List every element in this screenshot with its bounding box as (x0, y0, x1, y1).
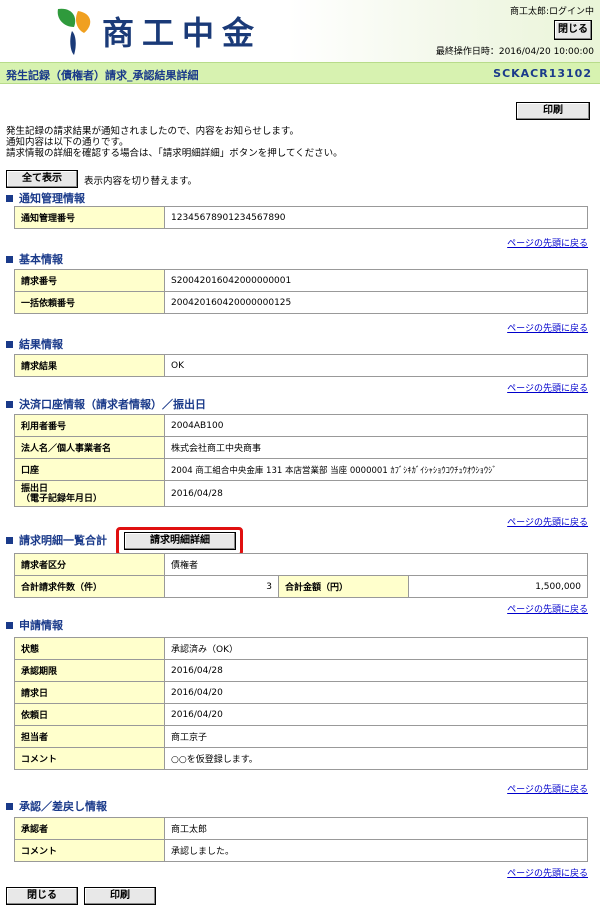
table-row: 状態 承認済み（OK） (14, 637, 588, 660)
request-detail-button[interactable]: 請求明細詳細 (124, 532, 236, 550)
table-row: コメント 承認しました。 (14, 839, 588, 862)
notice-table: 通知管理番号 12345678901234567890 (14, 206, 588, 229)
show-all-description: 表示内容を切り替えます。 (84, 176, 198, 187)
screen-code: SCKACR13102 (493, 67, 592, 80)
section-marker-icon (6, 255, 13, 263)
close-button[interactable]: 閉じる (554, 20, 592, 40)
section-settlement-heading: 決済口座情報（請求者情報）／振出日 (6, 396, 206, 412)
table-row: 承認期限 2016/04/28 (14, 659, 588, 682)
basic-table: 請求番号 S20042016042000000001 一括依頼番号 200420… (14, 269, 588, 314)
table-row: 振出日 （電子記録年月日） 2016/04/28 (14, 480, 588, 507)
table-row: 承認者 商工太郎 (14, 817, 588, 840)
brand-logo: 商工中金 (50, 4, 280, 58)
close-button-bottom[interactable]: 閉じる (6, 887, 78, 905)
back-to-top-link[interactable]: ページの先頭に戻る (507, 381, 588, 394)
notice-message: 発生記録の請求結果が通知されましたので、内容をお知らせします。 通知内容は以下の… (6, 126, 343, 159)
logo-text: 商工中金 (102, 14, 263, 52)
section-notice-heading: 通知管理情報 (6, 190, 85, 206)
section-marker-icon (6, 340, 13, 348)
table-row: 合計請求件数（件） 3 合計金額（円） 1,500,000 (14, 575, 588, 598)
table-row: 利用者番号 2004AB100 (14, 414, 588, 437)
settlement-table: 利用者番号 2004AB100 法人名／個人事業者名 株式会社商工中央商事 口座… (14, 414, 588, 507)
table-row: 請求番号 S20042016042000000001 (14, 269, 588, 292)
section-summary-heading: 請求明細一覧合計 (6, 532, 107, 548)
section-application-heading: 申請情報 (6, 617, 63, 633)
back-to-top-link[interactable]: ページの先頭に戻る (507, 515, 588, 528)
print-button[interactable]: 印刷 (516, 102, 590, 120)
back-to-top-link[interactable]: ページの先頭に戻る (507, 866, 588, 879)
back-to-top-link[interactable]: ページの先頭に戻る (507, 602, 588, 615)
header: 商工中金 商工太郎:ログイン中 閉じる 最終操作日時：2016/04/20 10… (0, 0, 600, 62)
back-to-top-link[interactable]: ページの先頭に戻る (507, 321, 588, 334)
show-all-button[interactable]: 全て表示 (6, 170, 78, 188)
table-row: 請求者区分 債権者 (14, 553, 588, 576)
print-button-bottom[interactable]: 印刷 (84, 887, 156, 905)
table-row: 法人名／個人事業者名 株式会社商工中央商事 (14, 436, 588, 459)
section-marker-icon (6, 194, 13, 202)
result-table: 請求結果 OK (14, 354, 588, 377)
section-marker-icon (6, 802, 13, 810)
section-marker-icon (6, 621, 13, 629)
approval-table: 承認者 商工太郎 コメント 承認しました。 (14, 817, 588, 862)
section-approval-heading: 承認／差戻し情報 (6, 798, 107, 814)
section-marker-icon (6, 536, 13, 544)
leaf-logo-icon (57, 8, 91, 55)
table-row: 依頼日 2016/04/20 (14, 703, 588, 726)
table-row: 通知管理番号 12345678901234567890 (14, 206, 588, 229)
table-row: 担当者 商工京子 (14, 725, 588, 748)
table-row: 一括依頼番号 200420160420000000125 (14, 291, 588, 314)
application-table: 状態 承認済み（OK） 承認期限 2016/04/28 請求日 2016/04/… (14, 637, 588, 770)
page-title: 発生記録（債権者）請求_承認結果詳細 (6, 69, 199, 82)
login-status: 商工太郎:ログイン中 (509, 7, 594, 17)
table-row: コメント ○○を仮登録します。 (14, 747, 588, 770)
table-row: 請求結果 OK (14, 354, 588, 377)
section-basic-heading: 基本情報 (6, 251, 63, 267)
back-to-top-link[interactable]: ページの先頭に戻る (507, 782, 588, 795)
section-result-heading: 結果情報 (6, 336, 63, 352)
screen-title-bar: 発生記録（債権者）請求_承認結果詳細 SCKACR13102 (0, 62, 600, 84)
table-row: 口座 2004 商工組合中央金庫 131 本店営業部 当座 0000001 ｶﾌ… (14, 458, 588, 481)
back-to-top-link[interactable]: ページの先頭に戻る (507, 236, 588, 249)
summary-table: 請求者区分 債権者 合計請求件数（件） 3 合計金額（円） 1,500,000 (14, 553, 588, 598)
table-row: 請求日 2016/04/20 (14, 681, 588, 704)
section-marker-icon (6, 400, 13, 408)
last-operation-time: 最終操作日時：2016/04/20 10:00:00 (435, 47, 594, 57)
